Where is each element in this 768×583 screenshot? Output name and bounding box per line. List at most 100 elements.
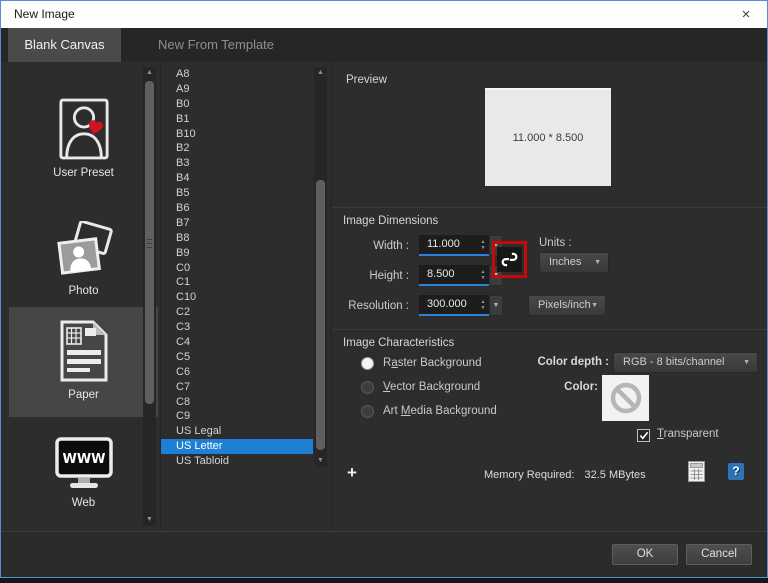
list-item[interactable]: B8 [161, 231, 313, 246]
resolution-spinbox[interactable]: 300.000 ▲ ▼ ▼ [419, 295, 503, 316]
preview-canvas: 11.000 * 8.500 [485, 88, 611, 186]
list-item[interactable]: C7 [161, 380, 313, 395]
scroll-up-icon[interactable]: ▲ [143, 67, 156, 79]
footer-bar: OK Cancel [1, 532, 767, 577]
list-item[interactable]: B3 [161, 156, 313, 171]
cancel-button[interactable]: Cancel [686, 544, 752, 565]
list-item[interactable]: B7 [161, 216, 313, 231]
width-spinner-arrows[interactable]: ▲ ▼ [477, 235, 489, 256]
sidebar-item-label: Paper [68, 389, 99, 401]
color-depth-dropdown[interactable]: RGB - 8 bits/channel ▼ [613, 352, 758, 373]
red-highlight-annotation [492, 241, 527, 278]
raster-background-label: Raster Background [383, 357, 482, 369]
color-swatch[interactable] [602, 375, 649, 421]
height-spinbox[interactable]: 8.500 ▲ ▼ ▼ [419, 265, 503, 286]
sidebar-item-web[interactable]: WWW Web [9, 425, 158, 525]
link-dimensions-icon[interactable] [497, 247, 522, 272]
list-item[interactable]: B1 [161, 112, 313, 127]
dialog-title: New Image [14, 7, 75, 21]
vector-background-radio[interactable] [361, 381, 374, 394]
sidebar-scrollbar[interactable]: ▲ ▼ [143, 67, 156, 526]
vector-background-label: Vector Background [383, 381, 481, 393]
scroll-down-icon[interactable]: ▼ [314, 455, 327, 467]
list-item[interactable]: A8 [161, 67, 313, 82]
new-image-dialog: New Image × Blank Canvas New From Templa… [0, 0, 768, 578]
image-characteristics-heading: Image Characteristics [343, 337, 455, 349]
resolution-label: Resolution : [348, 300, 409, 312]
calculator-icon[interactable] [688, 461, 705, 487]
list-item[interactable]: B9 [161, 246, 313, 261]
list-item[interactable]: B6 [161, 201, 313, 216]
list-item[interactable]: US Tabloid [161, 454, 313, 469]
sidebar-item-user-preset[interactable]: User Preset [9, 85, 158, 187]
list-item[interactable]: B5 [161, 186, 313, 201]
scrollbar-thumb[interactable] [145, 81, 154, 404]
height-input[interactable]: 8.500 [419, 265, 477, 286]
scroll-down-icon[interactable]: ▼ [143, 514, 156, 526]
list-item[interactable]: C4 [161, 335, 313, 350]
list-item[interactable]: B4 [161, 171, 313, 186]
width-label: Width : [373, 240, 409, 252]
scroll-up-icon[interactable]: ▲ [314, 67, 327, 79]
list-item[interactable]: C9 [161, 409, 313, 424]
raster-background-radio[interactable] [361, 357, 374, 370]
memory-required: Memory Required: 32.5 MBytes [484, 469, 646, 481]
list-item[interactable]: US Letter [161, 439, 313, 455]
width-input[interactable]: 11.000 [419, 235, 477, 256]
title-bar: New Image × [1, 1, 767, 28]
list-item[interactable]: C3 [161, 320, 313, 335]
width-spinbox[interactable]: 11.000 ▲ ▼ ▼ [419, 235, 503, 256]
memory-required-value: 32.5 MBytes [584, 469, 646, 481]
list-item[interactable]: C10 [161, 290, 313, 305]
units-dropdown[interactable]: Inches ▼ [539, 252, 609, 273]
scrollbar-thumb[interactable] [316, 180, 325, 450]
list-item[interactable]: US Legal [161, 424, 313, 439]
list-item[interactable]: C5 [161, 350, 313, 365]
list-item[interactable]: B10 [161, 127, 313, 142]
plus-icon[interactable]: + [347, 463, 357, 483]
list-item[interactable]: C8 [161, 395, 313, 410]
help-icon[interactable]: ? [728, 463, 744, 480]
sidebar-item-label: Web [71, 497, 96, 509]
tab-blank-canvas[interactable]: Blank Canvas [8, 28, 121, 62]
memory-required-label: Memory Required: [484, 469, 575, 481]
art-media-background-label: Art Media Background [383, 405, 497, 417]
sidebar-item-paper[interactable]: Paper [9, 307, 158, 417]
list-item[interactable]: C6 [161, 365, 313, 380]
resolution-input[interactable]: 300.000 [419, 295, 477, 316]
sidebar-item-photo[interactable]: Photo [9, 209, 158, 307]
chevron-down-icon: ▼ [743, 359, 750, 366]
close-icon[interactable]: × [731, 3, 761, 26]
preview-heading: Preview [346, 74, 387, 86]
separator [332, 329, 767, 330]
list-item[interactable]: B2 [161, 141, 313, 156]
resolution-dropdown-button[interactable]: ▼ [489, 295, 503, 316]
units-value: Inches [549, 256, 582, 268]
resolution-units-dropdown[interactable]: Pixels/inch ▼ [528, 295, 606, 316]
resolution-spinner-arrows[interactable]: ▲ ▼ [477, 295, 489, 316]
check-icon [639, 431, 648, 440]
list-item[interactable]: C1 [161, 275, 313, 290]
list-item[interactable]: C2 [161, 305, 313, 320]
separator [331, 62, 332, 531]
ok-button[interactable]: OK [612, 544, 678, 565]
sidebar-item-label: Photo [68, 285, 99, 297]
photo-icon [9, 221, 158, 279]
sidebar-item-label: User Preset [53, 167, 114, 179]
size-list-scrollbar[interactable]: ▲ ▼ [314, 67, 327, 467]
color-depth-value: RGB - 8 bits/channel [623, 356, 725, 368]
height-spinner-arrows[interactable]: ▲ ▼ [477, 265, 489, 286]
separator [332, 207, 767, 208]
tab-bar: Blank Canvas New From Template [1, 28, 767, 62]
list-item[interactable]: C0 [161, 261, 313, 276]
list-item[interactable]: A9 [161, 82, 313, 97]
art-media-background-radio[interactable] [361, 405, 374, 418]
preview-dimensions-text: 11.000 * 8.500 [512, 132, 584, 144]
tab-new-from-template[interactable]: New From Template [121, 28, 311, 62]
resolution-units-value: Pixels/inch [538, 299, 591, 311]
transparent-checkbox[interactable] [637, 429, 650, 442]
color-label: Color: [564, 381, 598, 393]
list-item[interactable]: B0 [161, 97, 313, 112]
chevron-down-icon: ▼ [594, 259, 601, 266]
height-label: Height : [369, 270, 409, 282]
